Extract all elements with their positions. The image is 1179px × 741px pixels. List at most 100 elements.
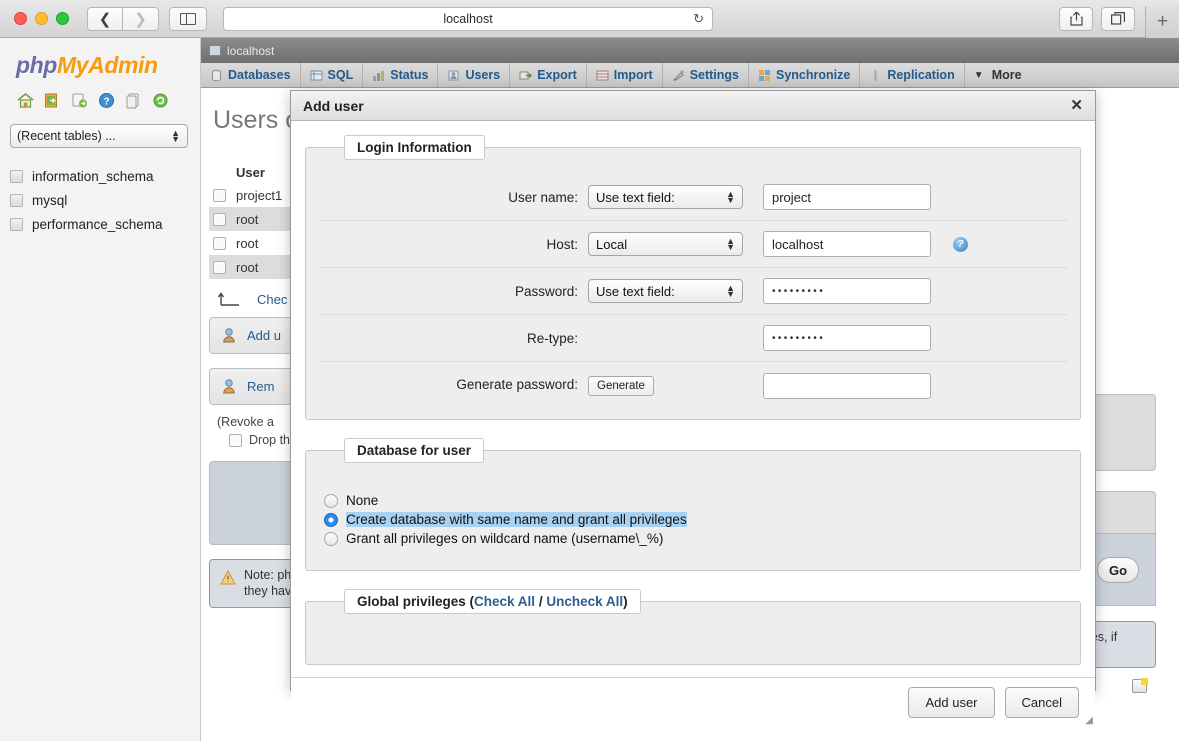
close-window-button[interactable] xyxy=(14,12,27,25)
show-tabs-button[interactable] xyxy=(1101,6,1135,31)
list-item[interactable]: performance_schema xyxy=(10,212,200,236)
db-option-none[interactable]: None xyxy=(318,491,1068,510)
db-option-create-database[interactable]: Create database with same name and grant… xyxy=(318,510,1068,529)
remove-user-icon xyxy=(222,378,239,395)
add-user-dialog: Add user ✕ Login Information User name: … xyxy=(290,90,1096,727)
row-checkbox[interactable] xyxy=(213,188,226,202)
tab-sql[interactable]: SQL xyxy=(301,63,364,87)
minimize-window-button[interactable] xyxy=(35,12,48,25)
wiki-icon[interactable] xyxy=(124,91,143,110)
dialog-title-bar: Add user ✕ xyxy=(291,91,1095,121)
radio-icon[interactable] xyxy=(324,493,338,508)
resize-grip-icon[interactable]: ◢ xyxy=(1085,715,1093,726)
forward-button[interactable]: ❯ xyxy=(123,6,159,31)
share-icon xyxy=(1069,11,1083,26)
address-bar[interactable]: localhost ↻ xyxy=(223,6,713,31)
radio-icon[interactable] xyxy=(324,531,338,546)
list-item[interactable]: mysql xyxy=(10,188,200,212)
host-input[interactable]: localhost xyxy=(763,231,931,257)
cancel-button[interactable]: Cancel xyxy=(1004,687,1079,718)
generate-button[interactable]: Generate xyxy=(588,375,654,396)
toolbar-right-buttons xyxy=(1059,6,1135,31)
reload-icon[interactable] xyxy=(151,91,170,110)
recent-tables-select[interactable]: (Recent tables) ... ▲ ▼ xyxy=(10,124,188,148)
row-checkbox[interactable] xyxy=(213,260,226,274)
console-icon[interactable] xyxy=(1132,678,1148,693)
password-select[interactable]: Use text field: ▲ ▼ xyxy=(588,279,743,303)
dialog-title: Add user xyxy=(303,97,364,114)
warning-icon xyxy=(220,569,236,585)
generate-password-input[interactable] xyxy=(763,372,931,399)
tab-label: Settings xyxy=(689,68,739,82)
share-button[interactable] xyxy=(1059,6,1093,31)
chevron-down-icon: ▼ xyxy=(973,69,984,81)
tab-replication[interactable]: Replication xyxy=(860,63,965,87)
help-icon[interactable]: ? xyxy=(97,91,116,110)
database-name: performance_schema xyxy=(32,216,163,232)
sidebar-toggle-button[interactable] xyxy=(169,6,207,31)
check-all-label: Chec xyxy=(257,291,288,307)
uncheck-all-link[interactable]: Uncheck All xyxy=(546,594,623,609)
drop-label: Drop th xyxy=(249,433,290,447)
row-checkbox[interactable] xyxy=(213,212,226,226)
import-icon xyxy=(596,70,609,80)
new-tab-button[interactable]: + xyxy=(1145,6,1179,38)
tab-settings[interactable]: Settings xyxy=(663,63,749,87)
global-privileges-body xyxy=(318,628,1068,654)
chevron-updown-icon: ▲ ▼ xyxy=(171,128,180,144)
docs-icon[interactable] xyxy=(70,91,89,110)
tab-synchronize[interactable]: Synchronize xyxy=(749,63,861,87)
username-input[interactable]: project xyxy=(763,184,931,210)
host-select[interactable]: Local ▲ ▼ xyxy=(588,232,743,256)
sidebar-toggle-icon xyxy=(180,12,196,25)
tab-import[interactable]: Import xyxy=(587,63,663,87)
database-name: information_schema xyxy=(32,168,154,184)
row-checkbox[interactable] xyxy=(213,236,226,250)
db-option-wildcard[interactable]: Grant all privileges on wildcard name (u… xyxy=(318,529,1068,548)
database-icon xyxy=(10,169,23,183)
tab-label: Import xyxy=(613,68,653,82)
chevron-updown-icon: ▲ ▼ xyxy=(726,189,735,205)
retype-input[interactable]: ••••••••• xyxy=(763,325,931,351)
tab-export[interactable]: Export xyxy=(510,63,587,87)
radio-icon-selected[interactable] xyxy=(324,512,338,527)
username-select[interactable]: Use text field: ▲ ▼ xyxy=(588,185,743,209)
password-input[interactable]: ••••••••• xyxy=(763,278,931,304)
close-icon[interactable]: ✕ xyxy=(1070,98,1083,113)
dialog-footer: Add user Cancel ◢ xyxy=(291,677,1095,727)
database-icon xyxy=(10,217,23,231)
retype-row: Re-type: ••••••••• xyxy=(318,315,1068,362)
home-icon[interactable] xyxy=(16,91,35,110)
help-icon[interactable]: ? xyxy=(953,236,968,252)
database-for-user-fieldset: Database for user None Create database w… xyxy=(305,438,1081,571)
tab-label: Status xyxy=(390,68,429,82)
synchronize-icon xyxy=(759,69,770,81)
login-information-fieldset: Login Information User name: Use text fi… xyxy=(305,135,1081,420)
server-icon xyxy=(209,45,221,56)
db-option-label: Grant all privileges on wildcard name (u… xyxy=(346,531,664,546)
add-user-submit-button[interactable]: Add user xyxy=(908,687,995,718)
add-user-icon xyxy=(222,327,239,344)
tab-databases[interactable]: Databases xyxy=(201,63,301,87)
password-select-value: Use text field: xyxy=(596,283,675,299)
recent-tables-value: (Recent tables) ... xyxy=(17,129,116,143)
database-name: mysql xyxy=(32,192,68,208)
check-all-link[interactable]: Check All xyxy=(474,594,535,609)
maximize-window-button[interactable] xyxy=(56,12,69,25)
pma-logo: phpMyAdmin xyxy=(16,52,200,79)
password-label: Password: xyxy=(514,283,578,299)
global-legend-suffix: ) xyxy=(623,594,628,609)
go-button[interactable]: Go xyxy=(1097,557,1139,583)
reload-icon[interactable]: ↻ xyxy=(693,11,704,27)
database-icon xyxy=(212,69,221,81)
logout-icon[interactable] xyxy=(43,91,62,110)
list-item[interactable]: information_schema xyxy=(10,164,200,188)
tab-users[interactable]: Users xyxy=(438,63,511,87)
back-button[interactable]: ❮ xyxy=(87,6,123,31)
browser-toolbar: ❮ ❯ localhost ↻ + xyxy=(0,0,1179,38)
drop-checkbox[interactable] xyxy=(229,433,242,447)
tab-more[interactable]: ▼ More xyxy=(965,63,1031,87)
tab-status[interactable]: Status xyxy=(363,63,439,87)
breadcrumb-label: localhost xyxy=(227,43,275,58)
navigation-buttons: ❮ ❯ xyxy=(87,6,159,31)
